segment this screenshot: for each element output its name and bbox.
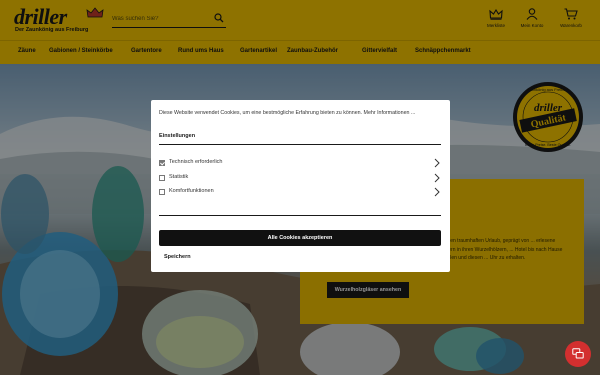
chat-button[interactable] <box>565 341 591 367</box>
cookie-settings-heading: Einstellungen <box>159 133 196 139</box>
chevron-right-icon[interactable] <box>434 158 440 168</box>
cookie-option-technical[interactable]: Technisch erforderlich <box>159 158 442 170</box>
cookie-consent-modal: Diese Website verwendet Cookies, um eine… <box>151 100 450 272</box>
checkbox-statistics[interactable] <box>159 175 165 181</box>
checkbox-comfort[interactable] <box>159 189 165 195</box>
chat-icon <box>572 348 584 359</box>
cookie-option-label: Komfortfunktionen <box>169 188 214 194</box>
chevron-right-icon[interactable] <box>434 173 440 183</box>
checkbox-technical[interactable] <box>159 160 165 166</box>
cookie-option-label: Statistik <box>169 174 189 180</box>
cookie-option-statistics[interactable]: Statistik <box>159 173 442 185</box>
save-settings-button[interactable]: Speichern <box>164 254 191 260</box>
cookie-intro-text: Diese Website verwendet Cookies, um eine… <box>159 110 416 116</box>
cookie-option-label: Technisch erforderlich <box>169 159 223 165</box>
cookie-option-comfort[interactable]: Komfortfunktionen <box>159 187 442 199</box>
accept-all-cookies-button[interactable]: Alle Cookies akzeptieren <box>159 230 441 246</box>
divider <box>159 144 441 145</box>
divider <box>159 215 441 216</box>
chevron-right-icon[interactable] <box>434 187 440 197</box>
